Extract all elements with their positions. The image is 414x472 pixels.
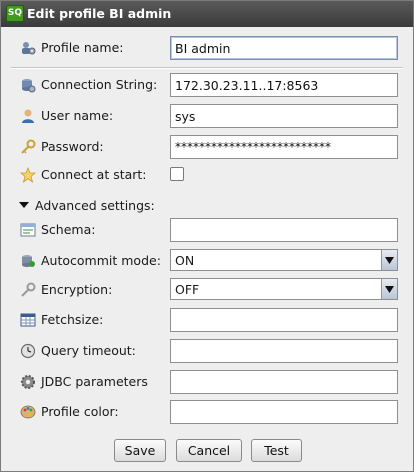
user-icon xyxy=(19,107,36,124)
advanced-settings-toggle[interactable]: Advanced settings: xyxy=(19,198,155,216)
autocommit-mode-label: Autocommit mode: xyxy=(41,253,161,268)
encryption-value: OFF xyxy=(175,282,200,297)
fetchsize-label: Fetchsize: xyxy=(41,312,104,327)
connect-at-start-row: Connect at start: xyxy=(1,163,413,187)
separator-top xyxy=(11,67,403,69)
chevron-down-icon[interactable] xyxy=(381,250,397,270)
database-gear-icon xyxy=(19,76,36,93)
clock-icon xyxy=(19,342,36,359)
title-bar[interactable]: SQ Edit profile BI admin xyxy=(1,1,413,27)
fetchsize-row: Fetchsize: xyxy=(1,308,413,332)
query-timeout-row: Query timeout: xyxy=(1,339,413,363)
encryption-select[interactable]: OFF xyxy=(170,278,398,300)
schema-row: Schema: xyxy=(1,218,413,242)
palette-icon xyxy=(19,403,36,420)
test-button[interactable]: Test xyxy=(251,439,302,462)
profile-color-row: Profile color: xyxy=(1,400,413,424)
profile-color-input[interactable] xyxy=(170,400,398,424)
gear-icon xyxy=(19,373,36,390)
password-row: Password: xyxy=(1,135,413,159)
jdbc-parameters-input[interactable] xyxy=(170,370,398,394)
connection-string-input[interactable] xyxy=(170,73,398,97)
schema-icon xyxy=(19,221,36,238)
query-timeout-input[interactable] xyxy=(170,339,398,363)
connection-string-label: Connection String: xyxy=(41,77,158,92)
connection-string-row: Connection String: xyxy=(1,73,413,97)
star-icon xyxy=(19,166,36,183)
schema-input[interactable] xyxy=(170,218,398,242)
autocommit-mode-row: Autocommit mode: ON xyxy=(1,249,413,273)
cancel-button[interactable]: Cancel xyxy=(176,439,242,462)
autocommit-mode-value: ON xyxy=(175,253,195,268)
encryption-row: Encryption: OFF xyxy=(1,278,413,302)
profile-name-row: Profile name: xyxy=(1,36,413,60)
fetchsize-input[interactable] xyxy=(170,308,398,332)
password-label: Password: xyxy=(41,139,104,154)
connect-at-start-label: Connect at start: xyxy=(41,167,147,182)
query-timeout-label: Query timeout: xyxy=(41,343,136,358)
window-title: Edit profile BI admin xyxy=(27,6,172,21)
autocommit-mode-select[interactable]: ON xyxy=(170,249,398,271)
app-logo-icon: SQ xyxy=(6,5,24,22)
key-icon xyxy=(19,138,36,155)
jdbc-parameters-label: JDBC parameters xyxy=(41,374,148,389)
profile-name-input[interactable] xyxy=(170,36,398,60)
user-name-label: User name: xyxy=(41,108,114,123)
edit-profile-dialog: SQ Edit profile BI admin Profile name: B… xyxy=(0,0,414,472)
user-name-input[interactable] xyxy=(170,104,398,128)
advanced-settings-label: Advanced settings: xyxy=(34,198,155,213)
profile-name-label: Profile name: xyxy=(41,40,124,55)
jdbc-parameters-row: JDBC parameters xyxy=(1,370,413,394)
autocommit-icon xyxy=(19,252,36,269)
table-icon xyxy=(19,311,36,328)
profile-color-label: Profile color: xyxy=(41,404,119,419)
password-input[interactable] xyxy=(170,135,398,159)
encryption-key-icon xyxy=(19,281,36,298)
encryption-label: Encryption: xyxy=(41,282,113,297)
schema-label: Schema: xyxy=(41,222,96,237)
collapse-triangle-icon xyxy=(19,198,31,213)
profile-gear-icon xyxy=(19,39,36,56)
chevron-down-icon[interactable] xyxy=(381,279,397,299)
user-name-row: User name: xyxy=(1,104,413,128)
save-button[interactable]: Save xyxy=(114,439,166,462)
connect-at-start-checkbox[interactable] xyxy=(170,167,184,181)
